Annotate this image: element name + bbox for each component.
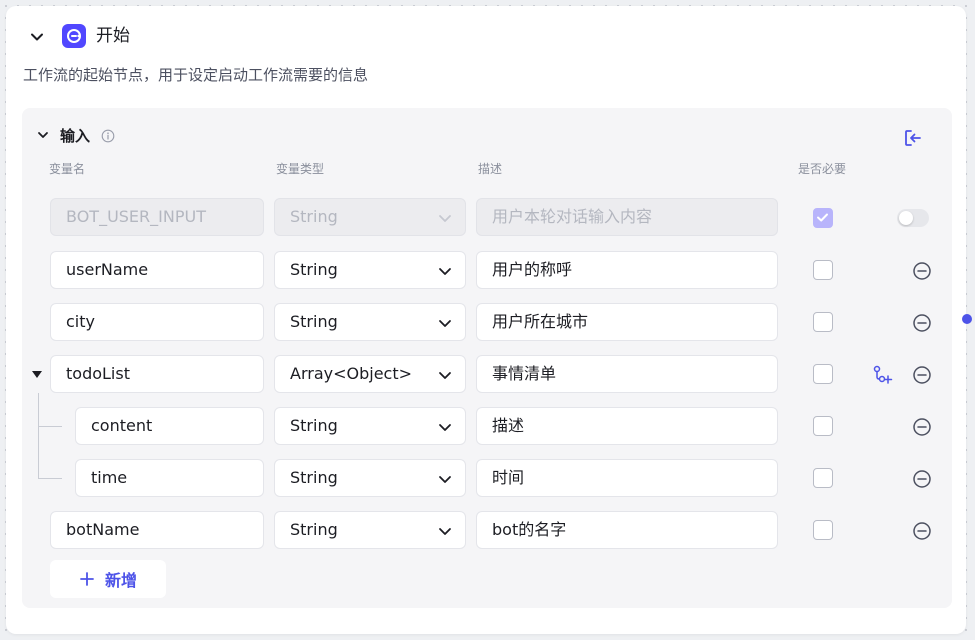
check-icon	[817, 213, 828, 222]
remove-circle-icon[interactable]	[911, 520, 933, 542]
variable-description-input[interactable]: 用户的称呼	[476, 251, 778, 289]
column-header-required: 是否必要	[798, 162, 847, 176]
chevron-down-icon[interactable]	[36, 128, 50, 142]
variable-type-value: String	[290, 520, 338, 539]
variable-name-input[interactable]: botName	[50, 511, 264, 549]
section-title: 输入	[60, 127, 91, 145]
variable-type-value: String	[290, 416, 338, 435]
variable-name-input[interactable]: userName	[50, 251, 264, 289]
variable-description-input[interactable]: 时间	[476, 459, 778, 497]
variable-description-input[interactable]: 事情清单	[476, 355, 778, 393]
tree-connector-line	[38, 393, 39, 479]
tree-connector-line	[38, 426, 62, 427]
variable-type-select[interactable]: String	[274, 303, 466, 341]
column-header-type: 变量类型	[276, 162, 325, 176]
variable-type-select[interactable]: String	[274, 251, 466, 289]
output-port-handle[interactable]	[962, 314, 972, 324]
start-node-icon	[62, 24, 86, 48]
variable-description-input: 用户本轮对话输入内容	[476, 198, 778, 236]
required-checkbox[interactable]	[813, 416, 833, 436]
variable-type-value: String	[290, 468, 338, 487]
variable-type-value: Array<Object>	[290, 364, 413, 383]
variable-description-input[interactable]: 描述	[476, 407, 778, 445]
variable-type-select[interactable]: Array<Object>	[274, 355, 466, 393]
required-checkbox[interactable]	[813, 520, 833, 540]
info-icon[interactable]	[101, 129, 115, 143]
chevron-down-icon	[439, 372, 451, 379]
plus-icon	[80, 572, 94, 586]
variable-type-value: String	[290, 312, 338, 331]
variable-name-input: BOT_USER_INPUT	[50, 198, 264, 236]
variable-name-input[interactable]: city	[50, 303, 264, 341]
input-section: 输入 变量名 变量类型 描述 是否必要 BOT_USER_INPUT Strin…	[22, 108, 952, 608]
variable-type-select[interactable]: String	[274, 459, 466, 497]
variable-type-select[interactable]: String	[274, 407, 466, 445]
variable-type-value: String	[290, 260, 338, 279]
variable-toggle	[897, 209, 929, 227]
variable-type-select: String	[274, 198, 466, 236]
column-header-description: 描述	[478, 162, 503, 176]
variable-name-input[interactable]: content	[75, 407, 264, 445]
toggle-knob	[899, 211, 913, 225]
remove-circle-icon[interactable]	[911, 416, 933, 438]
required-checkbox[interactable]	[813, 468, 833, 488]
variable-type-value: String	[290, 207, 338, 226]
remove-circle-icon[interactable]	[911, 468, 933, 490]
chevron-down-icon	[439, 268, 451, 275]
import-variables-icon[interactable]	[902, 127, 924, 149]
node-title: 开始	[96, 26, 130, 46]
column-header-name: 变量名	[49, 162, 86, 176]
required-checkbox	[813, 208, 833, 228]
variable-name-input[interactable]: time	[75, 459, 264, 497]
chevron-down-icon	[439, 476, 451, 483]
variable-description-input[interactable]: bot的名字	[476, 511, 778, 549]
chevron-down-icon	[439, 528, 451, 535]
caret-down-icon[interactable]	[31, 370, 43, 380]
add-child-variable-icon[interactable]	[871, 364, 893, 386]
required-checkbox[interactable]	[813, 364, 833, 384]
variable-type-select[interactable]: String	[274, 511, 466, 549]
required-checkbox[interactable]	[813, 312, 833, 332]
chevron-down-icon	[439, 215, 451, 222]
variable-name-input[interactable]: todoList	[50, 355, 264, 393]
required-checkbox[interactable]	[813, 260, 833, 280]
remove-circle-icon[interactable]	[911, 312, 933, 334]
remove-circle-icon[interactable]	[911, 260, 933, 282]
chevron-down-icon	[439, 320, 451, 327]
start-node-card: 开始 工作流的起始节点，用于设定启动工作流需要的信息 输入 变量名 变量类型 描…	[6, 6, 966, 634]
tree-connector-line	[38, 478, 62, 479]
chevron-down-icon	[439, 424, 451, 431]
add-variable-button[interactable]: 新增	[50, 560, 166, 598]
remove-circle-icon[interactable]	[911, 364, 933, 386]
variable-description-input[interactable]: 用户所在城市	[476, 303, 778, 341]
chevron-down-icon[interactable]	[28, 28, 46, 46]
node-description: 工作流的起始节点，用于设定启动工作流需要的信息	[23, 66, 369, 84]
add-variable-label: 新增	[104, 571, 137, 590]
